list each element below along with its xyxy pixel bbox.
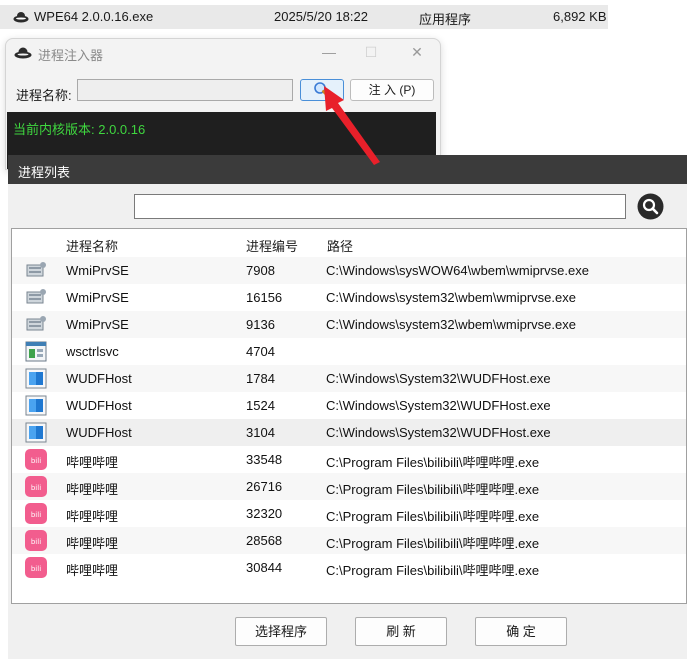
bilibili-icon: bili bbox=[24, 556, 48, 579]
process-pid-cell: 3104 bbox=[246, 425, 275, 440]
file-name: WPE64 2.0.0.16.exe bbox=[34, 9, 154, 24]
select-program-button[interactable]: 选择程序 bbox=[235, 617, 327, 646]
column-header-name[interactable]: 进程名称 bbox=[66, 236, 118, 255]
table-row[interactable]: WmiPrvSE 9136 C:\Windows\system32\wbem\wmi… bbox=[12, 311, 686, 338]
wmi-icon bbox=[24, 286, 48, 309]
wudf-icon bbox=[24, 394, 48, 417]
process-pid-cell: 4704 bbox=[246, 344, 275, 359]
table-row[interactable]: bili 哔哩哔哩 32320 C:\Program Files\bilibili\哔… bbox=[12, 500, 686, 527]
svg-text:bili: bili bbox=[31, 538, 41, 546]
table-row[interactable]: bili 哔哩哔哩 26716 C:\Program Files\bilibili\哔… bbox=[12, 473, 686, 500]
close-button[interactable]: ✕ bbox=[406, 43, 428, 61]
process-table: 进程名称 进程编号 路径 WmiPrvSE 7908 C:\Windows\sysW… bbox=[11, 228, 687, 604]
process-path-cell: C:\Windows\System32\WUDFHost.exe bbox=[326, 425, 551, 440]
column-header-pid[interactable]: 进程编号 bbox=[246, 236, 298, 255]
process-pid-cell: 1524 bbox=[246, 398, 275, 413]
window-app-icon bbox=[24, 340, 48, 363]
process-pid-cell: 28568 bbox=[246, 533, 283, 548]
file-size: 6,892 KB bbox=[553, 9, 607, 24]
window-title: 进程注入器 bbox=[38, 48, 104, 63]
column-header-path[interactable]: 路径 bbox=[327, 236, 353, 255]
bilibili-icon: bili bbox=[24, 529, 48, 552]
svg-text:bili: bili bbox=[31, 484, 41, 492]
process-name-label: 进程名称: bbox=[16, 88, 72, 103]
app-logo-icon bbox=[13, 12, 29, 23]
process-path-cell: C:\Program Files\bilibili\哔哩哔哩.exe bbox=[326, 482, 540, 497]
process-list-window: 进程列表 进程名称 进程编号 路径 WmiPrvSE 7908 C:\Windows… bbox=[8, 155, 687, 659]
process-path-cell: C:\Program Files\bilibili\哔哩哔哩.exe bbox=[326, 563, 540, 578]
table-row[interactable]: WmiPrvSE 16156 C:\Windows\system32\wbem\wm… bbox=[12, 284, 686, 311]
process-path-cell: C:\Windows\system32\wbem\wmiprvse.exe bbox=[326, 290, 576, 305]
process-pid-cell: 16156 bbox=[246, 290, 283, 305]
process-name-cell: 哔哩哔哩 bbox=[66, 563, 119, 578]
process-pid-cell: 32320 bbox=[246, 506, 283, 521]
process-path-cell: C:\Program Files\bilibili\哔哩哔哩.exe bbox=[326, 455, 540, 470]
process-pid-cell: 1784 bbox=[246, 371, 275, 386]
wmi-icon bbox=[24, 313, 48, 336]
process-name-cell: 哔哩哔哩 bbox=[66, 509, 119, 524]
process-path-cell: C:\Program Files\bilibili\哔哩哔哩.exe bbox=[326, 536, 540, 551]
file-modified: 2025/5/20 18:22 bbox=[274, 9, 368, 24]
table-row[interactable]: WUDFHost 1784 C:\Windows\System32\WUDFHost… bbox=[12, 365, 686, 392]
red-arrow-annotation bbox=[324, 86, 380, 165]
app-logo-icon bbox=[14, 47, 32, 59]
bilibili-icon: bili bbox=[24, 448, 48, 471]
minimize-button[interactable]: — bbox=[318, 43, 340, 61]
table-row[interactable]: WmiPrvSE 7908 C:\Windows\sysWOW64\wbem\wmi… bbox=[12, 257, 686, 284]
explorer-file-row[interactable]: WPE64 2.0.0.16.exe 2025/5/20 18:22 应用程序 … bbox=[0, 5, 608, 29]
svg-text:bili: bili bbox=[31, 565, 41, 573]
bilibili-icon: bili bbox=[24, 502, 48, 525]
process-path-cell: C:\Windows\system32\wbem\wmiprvse.exe bbox=[326, 317, 576, 332]
kernel-version-text: 当前内核版本: 2.0.0.16 bbox=[13, 122, 146, 137]
process-pid-cell: 30844 bbox=[246, 560, 283, 575]
process-name-input[interactable] bbox=[77, 79, 293, 101]
process-name-cell: WUDFHost bbox=[66, 371, 132, 386]
process-name-cell: WUDFHost bbox=[66, 425, 132, 440]
table-row[interactable]: bili 哔哩哔哩 33548 C:\Program Files\bilibili\哔… bbox=[12, 446, 686, 473]
table-row[interactable]: bili 哔哩哔哩 30844 C:\Program Files\bilibili\哔… bbox=[12, 554, 686, 581]
refresh-button[interactable]: 刷 新 bbox=[355, 617, 447, 646]
process-name-cell: WUDFHost bbox=[66, 398, 132, 413]
process-name-cell: 哔哩哔哩 bbox=[66, 482, 119, 497]
process-path-cell: C:\Program Files\bilibili\哔哩哔哩.exe bbox=[326, 509, 540, 524]
svg-text:bili: bili bbox=[31, 457, 41, 465]
wmi-icon bbox=[24, 259, 48, 282]
process-name-cell: wsctrlsvc bbox=[66, 344, 119, 359]
maximize-button[interactable]: ☐ bbox=[360, 43, 382, 61]
process-filter-input[interactable] bbox=[134, 194, 626, 219]
process-name-cell: WmiPrvSE bbox=[66, 290, 129, 305]
process-pid-cell: 33548 bbox=[246, 452, 283, 467]
table-row[interactable]: bili 哔哩哔哩 28568 C:\Program Files\bilibili\哔… bbox=[12, 527, 686, 554]
process-name-cell: 哔哩哔哩 bbox=[66, 536, 119, 551]
file-type: 应用程序 bbox=[419, 12, 472, 27]
table-header: 进程名称 进程编号 路径 bbox=[12, 229, 686, 257]
process-pid-cell: 9136 bbox=[246, 317, 275, 332]
wudf-icon bbox=[24, 367, 48, 390]
svg-text:bili: bili bbox=[31, 511, 41, 519]
process-path-cell: C:\Windows\sysWOW64\wbem\wmiprvse.exe bbox=[326, 263, 589, 278]
table-row[interactable]: WUDFHost 1524 C:\Windows\System32\WUDFHost… bbox=[12, 392, 686, 419]
ok-button[interactable]: 确 定 bbox=[475, 617, 567, 646]
table-row[interactable]: wsctrlsvc 4704 bbox=[12, 338, 686, 365]
process-pid-cell: 26716 bbox=[246, 479, 283, 494]
search-icon[interactable] bbox=[637, 193, 664, 220]
process-pid-cell: 7908 bbox=[246, 263, 275, 278]
process-name-cell: WmiPrvSE bbox=[66, 263, 129, 278]
wudf-icon bbox=[24, 421, 48, 444]
process-path-cell: C:\Windows\System32\WUDFHost.exe bbox=[326, 371, 551, 386]
process-name-cell: 哔哩哔哩 bbox=[66, 455, 119, 470]
process-path-cell: C:\Windows\System32\WUDFHost.exe bbox=[326, 398, 551, 413]
process-name-cell: WmiPrvSE bbox=[66, 317, 129, 332]
table-row[interactable]: WUDFHost 3104 C:\Windows\System32\WUDFHost… bbox=[12, 419, 686, 446]
process-list-title: 进程列表 bbox=[18, 165, 71, 180]
bilibili-icon: bili bbox=[24, 475, 48, 498]
